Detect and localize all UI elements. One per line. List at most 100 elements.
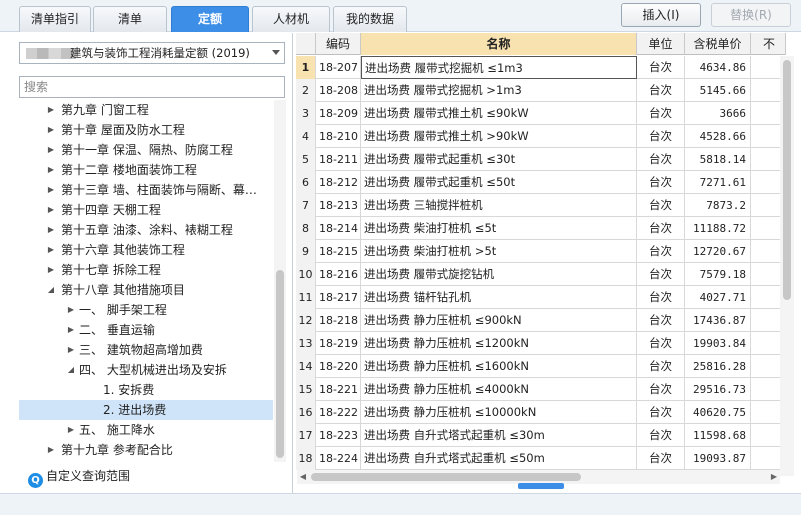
cell-price: 7271.61 xyxy=(685,171,751,194)
tree-node-label: 第十四章 天棚工程 xyxy=(61,203,161,217)
table-row[interactable]: 5 18-211 进出场费 履带式起重机 ≤30t 台次 5818.14 xyxy=(296,148,786,171)
cell-idx[interactable]: 3 xyxy=(296,102,316,125)
header-tax-price[interactable]: 含税单价 xyxy=(685,33,751,55)
tree-node[interactable]: 2. 进出场费 xyxy=(19,400,273,420)
search-input[interactable] xyxy=(19,76,285,98)
grid-horizontal-scrollbar[interactable]: ◀ ▶ xyxy=(297,470,780,484)
header-name[interactable]: 名称 xyxy=(361,33,637,55)
table-row[interactable]: 1 18-207 进出场费 履带式挖掘机 ≤1m3 台次 4634.86 xyxy=(296,56,786,79)
table-row[interactable]: 6 18-212 进出场费 履带式起重机 ≤50t 台次 7271.61 xyxy=(296,171,786,194)
grid-vertical-scrollbar[interactable] xyxy=(780,56,794,476)
expand-arrow-icon[interactable]: ▶ xyxy=(45,240,57,260)
table-row[interactable]: 4 18-210 进出场费 履带式推土机 >90kW 台次 4528.66 xyxy=(296,125,786,148)
replace-button[interactable]: 替换(R) xyxy=(711,3,791,27)
expand-arrow-icon[interactable]: ▶ xyxy=(45,260,57,280)
table-row[interactable]: 10 18-216 进出场费 履带式旋挖钻机 台次 7579.18 xyxy=(296,263,786,286)
table-row[interactable]: 2 18-208 进出场费 履带式挖掘机 >1m3 台次 5145.66 xyxy=(296,79,786,102)
table-row[interactable]: 11 18-217 进出场费 锚杆钻孔机 台次 4027.71 xyxy=(296,286,786,309)
cell-idx[interactable]: 6 xyxy=(296,171,316,194)
cell-idx[interactable]: 8 xyxy=(296,217,316,240)
cell-code: 18-221 xyxy=(316,378,361,401)
tree-node[interactable]: ▶ 第十九章 参考配合比 xyxy=(19,440,273,460)
table-row[interactable]: 8 18-214 进出场费 柴油打桩机 ≤5t 台次 11188.72 xyxy=(296,217,786,240)
tab-quota[interactable]: 定额 xyxy=(171,6,249,32)
tree-node[interactable]: ▶ 第十三章 墙、柱面装饰与隔断、幕… xyxy=(19,180,273,200)
tree-node[interactable]: ◢ 四、 大型机械进出场及安拆 xyxy=(19,360,273,380)
tree-node[interactable]: ▶ 五、 施工降水 xyxy=(19,420,273,440)
cell-idx[interactable]: 1 xyxy=(296,56,316,79)
grid-vertical-scrollbar-thumb[interactable] xyxy=(783,60,791,300)
header-more[interactable]: 不 xyxy=(751,33,786,55)
custom-query-scope-button[interactable]: Q 自定义查询范围 xyxy=(28,466,130,488)
cell-code: 18-218 xyxy=(316,309,361,332)
header-code[interactable]: 编码 xyxy=(316,33,361,55)
cell-idx[interactable]: 7 xyxy=(296,194,316,217)
expand-arrow-icon[interactable]: ▶ xyxy=(45,200,57,220)
panel-splitter-handle[interactable] xyxy=(518,483,564,489)
expand-arrow-icon[interactable]: ▶ xyxy=(45,100,57,120)
scroll-right-icon[interactable]: ▶ xyxy=(768,470,780,484)
tree-node[interactable]: ▶ 三、 建筑物超高增加费 xyxy=(19,340,273,360)
collapse-arrow-icon[interactable]: ◢ xyxy=(65,360,77,380)
tree-scrollbar-thumb[interactable] xyxy=(276,270,284,458)
tree-scrollbar[interactable] xyxy=(274,100,286,462)
tree-node[interactable]: ▶ 第十七章 拆除工程 xyxy=(19,260,273,280)
table-row[interactable]: 18 18-224 进出场费 自升式塔式起重机 ≤50m 台次 19093.87 xyxy=(296,447,786,470)
cell-idx[interactable]: 18 xyxy=(296,447,316,470)
tree-node[interactable]: ▶ 一、 脚手架工程 xyxy=(19,300,273,320)
quota-library-select[interactable]: 建筑与装饰工程消耗量定额 (2019) xyxy=(19,42,285,64)
tree-node[interactable]: ▶ 第九章 门窗工程 xyxy=(19,100,273,120)
insert-button[interactable]: 插入(I) xyxy=(621,3,701,27)
cell-unit: 台次 xyxy=(637,240,685,263)
table-row[interactable]: 12 18-218 进出场费 静力压桩机 ≤900kN 台次 17436.87 xyxy=(296,309,786,332)
table-row[interactable]: 3 18-209 进出场费 履带式推土机 ≤90kW 台次 3666 xyxy=(296,102,786,125)
cell-idx[interactable]: 5 xyxy=(296,148,316,171)
cell-idx[interactable]: 12 xyxy=(296,309,316,332)
cell-idx[interactable]: 4 xyxy=(296,125,316,148)
table-row[interactable]: 17 18-223 进出场费 自升式塔式起重机 ≤30m 台次 11598.68 xyxy=(296,424,786,447)
tree-node[interactable]: ▶ 第十二章 楼地面装饰工程 xyxy=(19,160,273,180)
cell-idx[interactable]: 15 xyxy=(296,378,316,401)
expand-arrow-icon[interactable]: ▶ xyxy=(65,320,77,340)
collapse-arrow-icon[interactable]: ◢ xyxy=(45,280,57,300)
tree-node[interactable]: ◢ 第十八章 其他措施项目 xyxy=(19,280,273,300)
scroll-left-icon[interactable]: ◀ xyxy=(297,470,309,484)
expand-arrow-icon[interactable]: ▶ xyxy=(45,160,57,180)
tree-node[interactable]: 1. 安拆费 xyxy=(19,380,273,400)
cell-idx[interactable]: 13 xyxy=(296,332,316,355)
cell-idx[interactable]: 11 xyxy=(296,286,316,309)
cell-idx[interactable]: 17 xyxy=(296,424,316,447)
expand-arrow-icon[interactable]: ▶ xyxy=(45,120,57,140)
expand-arrow-icon[interactable]: ▶ xyxy=(65,300,77,320)
table-row[interactable]: 13 18-219 进出场费 静力压桩机 ≤1200kN 台次 19903.84 xyxy=(296,332,786,355)
tree-node[interactable]: ▶ 第十六章 其他装饰工程 xyxy=(19,240,273,260)
tab-labor-material-machine[interactable]: 人材机 xyxy=(252,6,330,32)
cell-idx[interactable]: 2 xyxy=(296,79,316,102)
cell-idx[interactable]: 9 xyxy=(296,240,316,263)
chevron-down-icon[interactable] xyxy=(272,50,280,55)
table-row[interactable]: 14 18-220 进出场费 静力压桩机 ≤1600kN 台次 25816.28 xyxy=(296,355,786,378)
expand-arrow-icon[interactable]: ▶ xyxy=(45,440,57,460)
table-row[interactable]: 16 18-222 进出场费 静力压桩机 ≤10000kN 台次 40620.75 xyxy=(296,401,786,424)
grid-horizontal-scrollbar-thumb[interactable] xyxy=(311,473,581,481)
tab-my-data[interactable]: 我的数据 xyxy=(333,6,407,32)
table-row[interactable]: 7 18-213 进出场费 三轴搅拌桩机 台次 7873.2 xyxy=(296,194,786,217)
tab-list-guide[interactable]: 清单指引 xyxy=(19,6,91,32)
expand-arrow-icon[interactable]: ▶ xyxy=(65,420,77,440)
cell-idx[interactable]: 10 xyxy=(296,263,316,286)
tree-node[interactable]: ▶ 第十五章 油漆、涂料、裱糊工程 xyxy=(19,220,273,240)
tree-node[interactable]: ▶ 第十章 屋面及防水工程 xyxy=(19,120,273,140)
tree-node[interactable]: ▶ 二、 垂直运输 xyxy=(19,320,273,340)
expand-arrow-icon[interactable]: ▶ xyxy=(45,180,57,200)
table-row[interactable]: 9 18-215 进出场费 柴油打桩机 >5t 台次 12720.67 xyxy=(296,240,786,263)
tree-node[interactable]: ▶ 第十一章 保温、隔热、防腐工程 xyxy=(19,140,273,160)
expand-arrow-icon[interactable]: ▶ xyxy=(45,140,57,160)
tab-list[interactable]: 清单 xyxy=(93,6,167,32)
expand-arrow-icon[interactable]: ▶ xyxy=(45,220,57,240)
cell-idx[interactable]: 16 xyxy=(296,401,316,424)
tree-node[interactable]: ▶ 第十四章 天棚工程 xyxy=(19,200,273,220)
expand-arrow-icon[interactable]: ▶ xyxy=(65,340,77,360)
table-row[interactable]: 15 18-221 进出场费 静力压桩机 ≤4000kN 台次 29516.73 xyxy=(296,378,786,401)
header-unit[interactable]: 单位 xyxy=(637,33,685,55)
cell-idx[interactable]: 14 xyxy=(296,355,316,378)
